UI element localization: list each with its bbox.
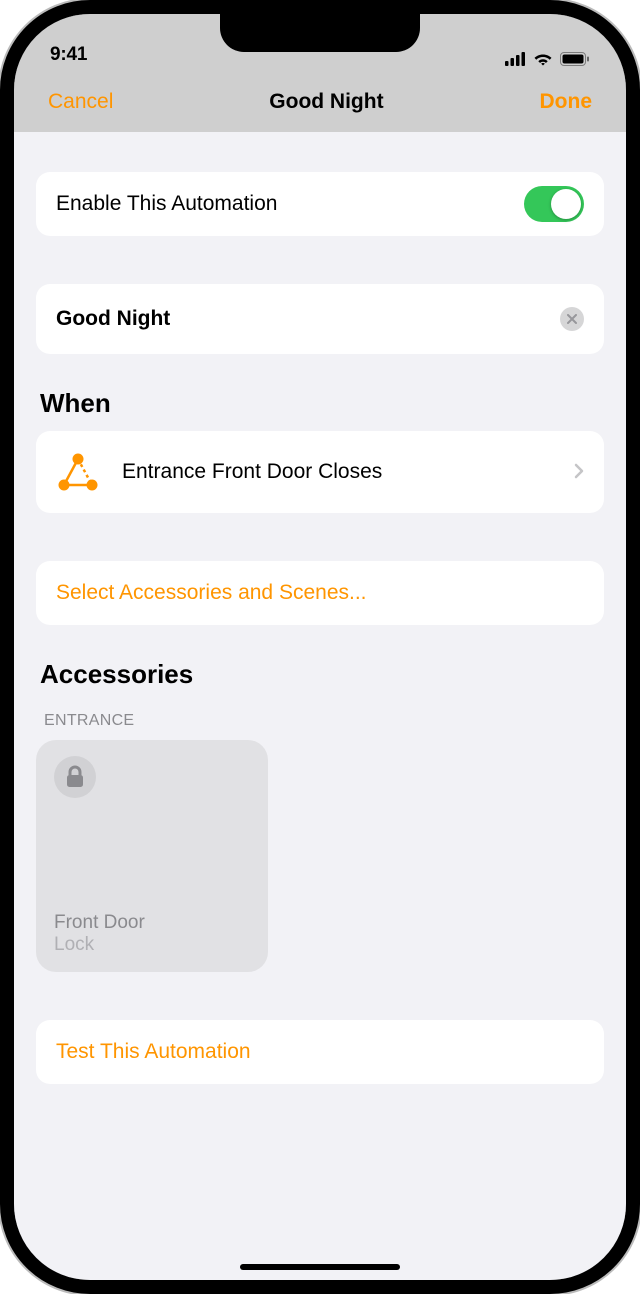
done-button[interactable]: Done — [540, 90, 593, 114]
nav-bar: Cancel Good Night Done — [14, 72, 626, 132]
accessory-tile-front-door[interactable]: Front Door Lock — [36, 740, 268, 972]
accessory-tile-status: Lock — [54, 934, 250, 956]
trigger-row[interactable]: Entrance Front Door Closes — [36, 431, 604, 513]
cancel-button[interactable]: Cancel — [48, 90, 113, 114]
test-automation-row[interactable]: Test This Automation — [36, 1020, 604, 1084]
clear-name-button[interactable] — [560, 307, 584, 331]
trigger-label: Entrance Front Door Closes — [122, 460, 382, 484]
status-time: 9:41 — [50, 44, 87, 66]
page-title: Good Night — [269, 90, 383, 114]
home-indicator[interactable] — [240, 1264, 400, 1270]
test-automation-label: Test This Automation — [56, 1040, 251, 1064]
select-accessories-label: Select Accessories and Scenes... — [56, 581, 367, 605]
enable-automation-toggle[interactable] — [524, 186, 584, 222]
automation-name-row[interactable]: Good Night — [36, 284, 604, 354]
cellular-icon — [505, 52, 526, 66]
enable-automation-label: Enable This Automation — [56, 192, 277, 216]
accessory-tile-name: Front Door — [54, 912, 250, 934]
automation-name-input[interactable]: Good Night — [56, 307, 170, 331]
automation-trigger-icon — [56, 450, 100, 494]
select-accessories-row[interactable]: Select Accessories and Scenes... — [36, 561, 604, 625]
lock-icon — [54, 756, 96, 798]
wifi-icon — [533, 52, 553, 66]
accessories-section-header: Accessories — [40, 659, 600, 690]
when-section-header: When — [40, 388, 600, 419]
chevron-right-icon — [574, 459, 584, 485]
close-icon — [567, 314, 577, 324]
battery-icon — [560, 52, 590, 66]
accessory-room-header: ENTRANCE — [44, 712, 600, 730]
enable-automation-row: Enable This Automation — [36, 172, 604, 236]
